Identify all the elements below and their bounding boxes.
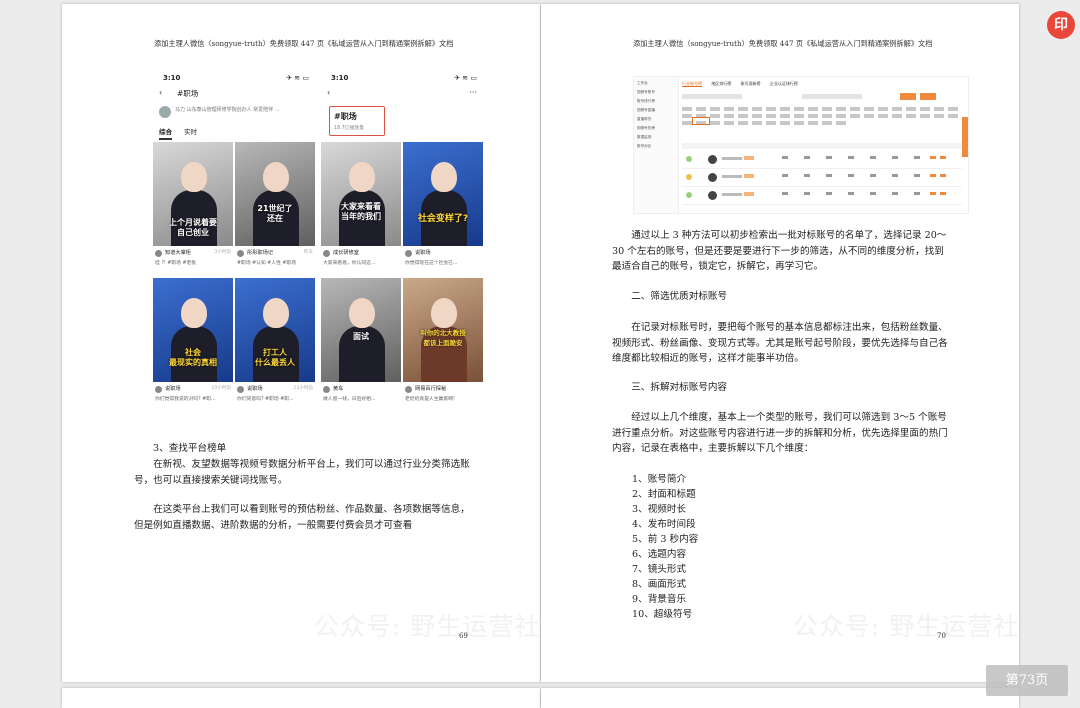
video-card: 上个月说着要 自己创业 知道大掌柜 3小时前哇 ?! #职场 #老板 (153, 142, 233, 274)
video-caption: 社会 最现实的真相 (169, 348, 217, 367)
video-caption: 打工人 什么最丢人 (255, 348, 295, 367)
video-card: 社会 最现实的真相 说职场 10小时前 你们觉得我说的对吗? #职... (153, 278, 233, 410)
video-card: 叫你的北大教授 都该上面跪安 网易百行探秘 老奶奶真是人生赢家啊! (403, 278, 483, 410)
dashboard-tabs: 行业账号榜 地区排行榜 账号涨粉榜 企业认证排行榜 (682, 81, 798, 87)
status-icons: ✈ ≋ ▭ (286, 74, 309, 82)
dashboard-side-tab (962, 117, 968, 157)
page-number: 69 (459, 632, 468, 640)
body-paragraph: 在记录对标账号时，要把每个账号的基本信息都标注出来，包括粉丝数量、视频形式、粉丝… (612, 322, 948, 364)
phone-screenshot-search: 3:10 ✈ ≋ ▭ ‹ #职场 马力 山东泰山管理研修学院创办人 常爱陪伴 .… (153, 68, 317, 422)
document-page-left: 添加主理人微信（songyue-truth）免费领取 447 页《私域运营从入门… (62, 4, 540, 682)
list-item: 8、画面形式 (632, 579, 687, 590)
section-heading: 二、筛选优质对标账号 (631, 291, 728, 302)
status-time: 3:10 (331, 74, 349, 82)
page-indicator[interactable]: 第73页 (986, 665, 1068, 696)
video-card: 21世纪了 还在 彤彤职场记 昨天 #职场 #认知 #人性 #职场 (235, 142, 315, 274)
document-page-right: 添加主理人微信（songyue-truth）免费领取 447 页《私域运营从入门… (541, 4, 1019, 682)
search-text: #职场 (177, 89, 199, 98)
status-time: 3:10 (163, 74, 181, 82)
section-heading: 3、查找平台榜单 (153, 443, 227, 454)
dashboard-table-row (682, 152, 962, 169)
section-heading: 三、拆解对标账号内容 (631, 382, 728, 393)
video-caption: 大家来看看 当年的我们 (341, 202, 381, 221)
dashboard-filter-bar (682, 93, 962, 103)
ranking-dashboard-screenshot: 工作台 视频号账号 账号排行榜 视频号直播 直播带货 视频号热榜 数据监测 账号… (633, 76, 969, 214)
avatar (159, 106, 171, 118)
body-paragraph: 在这类平台上我们可以看到账号的预估粉丝、作品数量、各项数据等信息，但是例如直播数… (134, 504, 470, 531)
body-paragraph: 在新视、友望数据等视频号数据分析平台上，我们可以通过行业分类筛选账号，也可以直接… (134, 459, 470, 486)
document-page-next-right (541, 688, 1019, 708)
result-tabs: 综合 实时 (159, 126, 207, 140)
list-item: 4、发布时间段 (632, 519, 696, 530)
dashboard-table-header (682, 143, 962, 149)
profile-line: 马力 山东泰山管理研修学院创办人 常爱陪伴 ... (157, 106, 313, 120)
list-item: 9、背景音乐 (632, 594, 687, 605)
selected-category (692, 117, 710, 125)
video-card: 社会变样了? 说职场 你觉得现在这个社会已... (403, 142, 483, 274)
document-page-next-left (62, 688, 540, 708)
list-item: 7、镜头形式 (632, 564, 687, 575)
dashboard-table-row (682, 188, 962, 205)
page-header: 添加主理人微信（songyue-truth）免费领取 447 页《私域运营从入门… (633, 39, 933, 48)
back-icon: ‹ (327, 88, 331, 97)
topic-play-count: 18.7亿播放量 (334, 126, 364, 131)
tab-comprehensive: 综合 (159, 128, 172, 140)
list-item: 2、封面和标题 (632, 489, 696, 500)
page-number: 70 (937, 632, 946, 640)
tab-realtime: 实时 (184, 128, 198, 136)
dimension-list: 1、账号简介 2、封面和标题 3、视频时长 4、发布时间段 5、前 3 秒内容 … (632, 472, 832, 622)
video-caption: 叫你的北大教授 都该上面跪安 (420, 329, 466, 347)
more-icon: ··· (469, 88, 477, 97)
video-caption: 21世纪了 还在 (257, 204, 293, 223)
list-item: 1、账号简介 (632, 474, 687, 485)
list-item: 6、选题内容 (632, 549, 687, 560)
body-paragraph: 通过以上 3 种方法可以初步检索出一批对标账号的名单了，选择记录 20～30 个… (612, 230, 947, 272)
phone-screenshot-topic: 3:10 ✈ ≋ ▭ ‹ ··· #职场 18.7亿播放量 大家来看看 当年的我们… (321, 68, 485, 422)
status-icons: ✈ ≋ ▭ (454, 74, 477, 82)
back-icon: ‹ (159, 88, 163, 97)
watermark: 公众号: 野生运营社区 (793, 612, 1019, 641)
video-card: 大家来看看 当年的我们 成长研修室 大家来看看，你认同这... (321, 142, 401, 274)
page-header: 添加主理人微信（songyue-truth）免费领取 447 页《私域运营从入门… (154, 39, 454, 48)
watermark: 公众号: 野生运营社区 (314, 612, 540, 641)
video-card: 打工人 什么最丢人 说职场 23小时前 你们同意吗? #职场 #职... (235, 278, 315, 410)
video-caption: 社会变样了? (417, 214, 469, 224)
video-card: 面试 黄车 做人留一线，日后好相... (321, 278, 401, 410)
video-caption: 上个月说着要 自己创业 (169, 218, 217, 237)
list-item: 5、前 3 秒内容 (632, 534, 699, 545)
body-paragraph: 经过以上几个维度，基本上一个类型的账号，我们可以筛选到 3～5 个账号进行重点分… (612, 412, 948, 454)
video-caption: 面试 (353, 332, 369, 341)
dashboard-sidebar: 工作台 视频号账号 账号排行榜 视频号直播 直播带货 视频号热榜 数据监测 账号… (634, 77, 679, 213)
brand-logo-icon[interactable]: 印 (1047, 11, 1075, 39)
dashboard-category-filters (682, 107, 962, 128)
dashboard-table-row (682, 170, 962, 187)
topic-highlight: #职场 18.7亿播放量 (329, 106, 385, 136)
topic-title: #职场 (334, 112, 357, 121)
list-item: 3、视频时长 (632, 504, 687, 515)
